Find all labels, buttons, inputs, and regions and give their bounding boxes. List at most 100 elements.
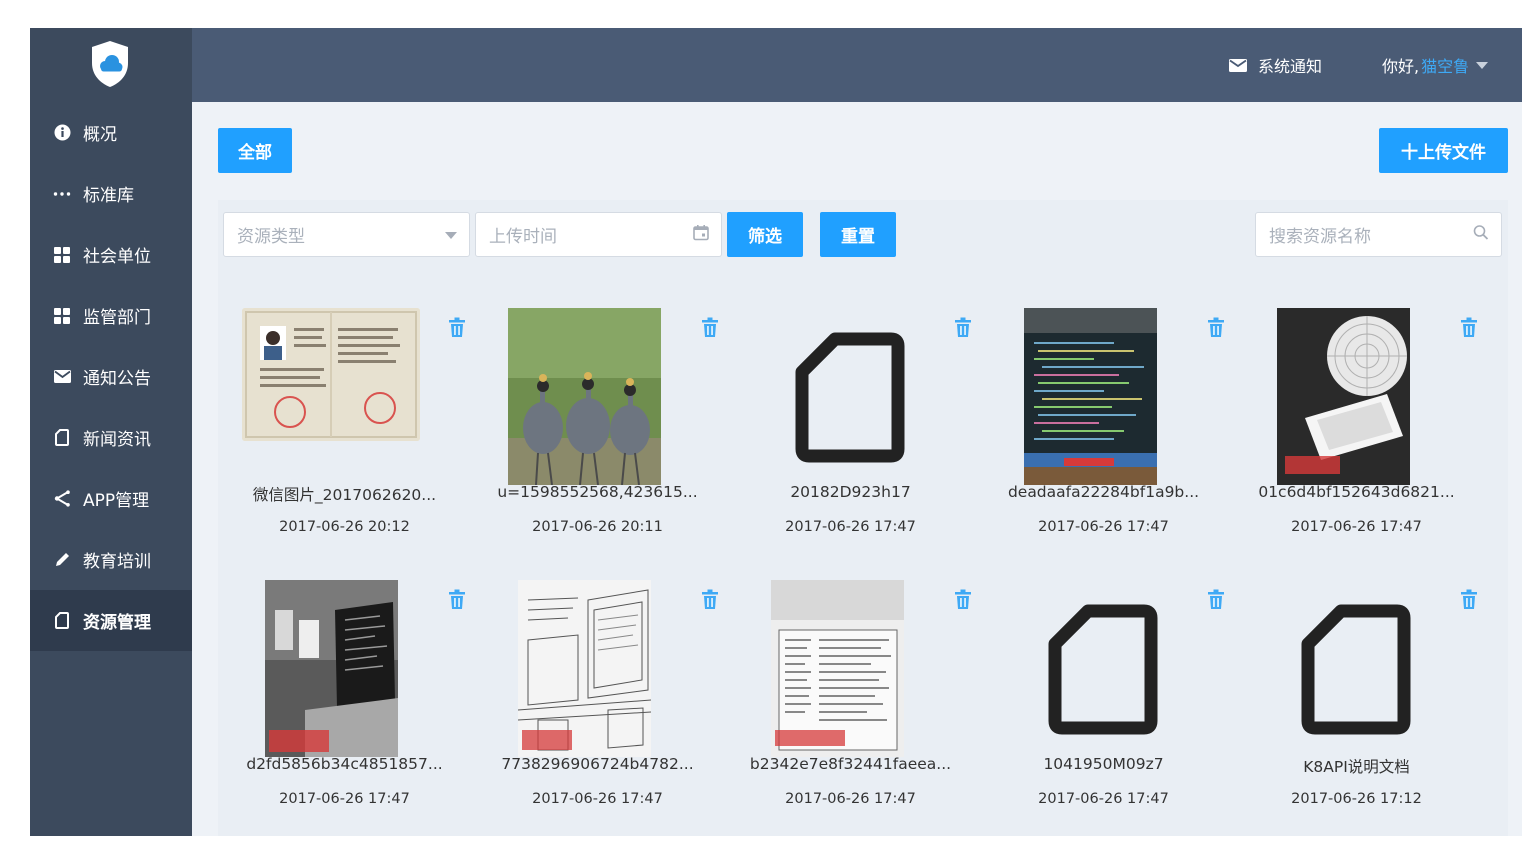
search-icon[interactable]: [1473, 224, 1489, 245]
grid-icon: [52, 306, 72, 326]
sidebar-item-social-units[interactable]: 社会单位: [30, 224, 192, 285]
document-icon: [52, 428, 72, 448]
file-date: 2017-06-26 20:12: [279, 519, 410, 535]
system-notify-link[interactable]: 系统通知: [1229, 52, 1322, 78]
info-circle-icon: [52, 123, 72, 143]
search-placeholder: 搜索资源名称: [1269, 227, 1371, 247]
sidebar-item-news[interactable]: 新闻资讯: [30, 407, 192, 468]
user-greeting: 你好, 猫空鲁: [1382, 52, 1489, 78]
sidebar-item-training[interactable]: 教育培训: [30, 529, 192, 590]
cranes-photo-thumb: [508, 308, 661, 485]
caret-down-icon: [445, 225, 457, 245]
file-card[interactable]: 20182D923h17 2017-06-26 17:47: [724, 300, 977, 562]
trash-icon[interactable]: [446, 316, 468, 338]
sidebar-item-label: 标准库: [83, 186, 134, 206]
file-date: 2017-06-26 17:47: [279, 791, 410, 807]
file-date: 2017-06-26 17:47: [1291, 519, 1422, 535]
file-icon: [795, 332, 905, 463]
sidebar-item-app[interactable]: APP管理: [30, 468, 192, 529]
upload-time-placeholder: 上传时间: [489, 227, 557, 247]
file-card[interactable]: deadaafa22284bf1a9b... 2017-06-26 17:47: [977, 300, 1230, 562]
trash-icon[interactable]: [446, 588, 468, 610]
file-name: u=1598552568,423615...: [497, 483, 698, 501]
sidebar-item-standards[interactable]: 标准库: [30, 163, 192, 224]
envelope-icon: [1229, 58, 1247, 72]
file-date: 2017-06-26 17:12: [1291, 791, 1422, 807]
file-name: 微信图片_2017062620...: [252, 486, 437, 504]
system-notify-label: 系统通知: [1258, 57, 1323, 76]
file-date: 2017-06-26 17:47: [532, 791, 663, 807]
file-name: K8API说明文档: [1303, 758, 1410, 776]
office-sketch-photo-thumb: [518, 580, 651, 757]
file-card[interactable]: K8API说明文档 2017-06-26 17:12: [1230, 572, 1483, 834]
shield-cloud-logo: [88, 39, 132, 89]
trash-icon[interactable]: [1205, 316, 1227, 338]
sidebar-item-label: 教育培训: [83, 552, 151, 572]
file-card[interactable]: 7738296906724b4782... 2017-06-26 17:47: [471, 572, 724, 834]
file-icon: [1048, 604, 1158, 735]
filter-button[interactable]: 筛选: [727, 212, 803, 257]
greeting-text: 你好,: [1382, 57, 1420, 76]
upload-file-button[interactable]: 十上传文件: [1379, 128, 1508, 173]
upload-time-picker[interactable]: 上传时间: [475, 212, 722, 257]
trash-icon[interactable]: [699, 316, 721, 338]
certificate-photo-thumb: [242, 308, 420, 441]
top-header: 系统通知 你好, 猫空鲁: [192, 28, 1522, 102]
code-screen-photo-thumb: [1024, 308, 1157, 485]
file-name: d2fd5856b34c4851857...: [246, 755, 443, 773]
share-icon: [52, 489, 72, 509]
file-card[interactable]: b2342e7e8f32441faeea... 2017-06-26 17:47: [724, 572, 977, 834]
file-name: deadaafa22284bf1a9b...: [1007, 483, 1200, 501]
file-name: 7738296906724b4782...: [501, 755, 694, 773]
username-link[interactable]: 猫空鲁: [1421, 53, 1469, 77]
laptop-desk-photo-thumb: [265, 580, 398, 757]
caret-down-icon[interactable]: [1476, 61, 1489, 69]
sidebar-item-label: 社会单位: [83, 247, 151, 267]
sidebar-item-label: 概况: [83, 125, 117, 145]
resource-type-placeholder: 资源类型: [237, 227, 305, 247]
resource-type-select[interactable]: 资源类型: [223, 212, 470, 257]
fan-phone-photo-thumb: [1277, 308, 1410, 485]
all-button[interactable]: 全部: [218, 128, 292, 173]
calendar-icon: [693, 224, 709, 245]
trash-icon[interactable]: [952, 588, 974, 610]
sidebar-item-label: 新闻资讯: [83, 430, 151, 450]
sidebar: 概况 标准库 社会单位 监管部门 通知公告 新闻资讯 APP管理 教育培训 资源…: [30, 28, 192, 836]
grid-icon: [52, 245, 72, 265]
file-date: 2017-06-26 17:47: [785, 791, 916, 807]
trash-icon[interactable]: [1458, 316, 1480, 338]
trash-icon[interactable]: [1205, 588, 1227, 610]
sidebar-item-resources[interactable]: 资源管理: [30, 590, 192, 651]
more-dots-icon: [52, 184, 72, 204]
file-name: 20182D923h17: [790, 483, 911, 501]
file-name: 1041950M09z7: [1043, 755, 1164, 773]
envelope-icon: [52, 367, 72, 387]
document-scan-photo-thumb: [771, 580, 904, 757]
reset-button[interactable]: 重置: [820, 212, 896, 257]
trash-icon[interactable]: [699, 588, 721, 610]
file-card[interactable]: 微信图片_2017062620... 2017-06-26 20:12: [218, 300, 471, 562]
file-name: 01c6d4bf152643d6821...: [1258, 483, 1455, 501]
file-card[interactable]: 01c6d4bf152643d6821... 2017-06-26 17:47: [1230, 300, 1483, 562]
file-date: 2017-06-26 17:47: [1038, 791, 1169, 807]
file-card[interactable]: d2fd5856b34c4851857... 2017-06-26 17:47: [218, 572, 471, 834]
sidebar-item-regulators[interactable]: 监管部门: [30, 285, 192, 346]
pencil-icon: [52, 550, 72, 570]
trash-icon[interactable]: [952, 316, 974, 338]
sidebar-item-label: APP管理: [83, 491, 150, 511]
sidebar-item-notices[interactable]: 通知公告: [30, 346, 192, 407]
document-icon: [52, 611, 72, 631]
sidebar-item-label: 监管部门: [83, 308, 151, 328]
file-card[interactable]: u=1598552568,423615... 2017-06-26 20:11: [471, 300, 724, 562]
file-icon: [1301, 604, 1411, 735]
sidebar-item-label: 资源管理: [83, 613, 151, 633]
file-date: 2017-06-26 17:47: [1038, 519, 1169, 535]
trash-icon[interactable]: [1458, 588, 1480, 610]
file-date: 2017-06-26 20:11: [532, 519, 663, 535]
file-date: 2017-06-26 17:47: [785, 519, 916, 535]
sidebar-item-label: 通知公告: [83, 369, 151, 389]
file-name: b2342e7e8f32441faeea...: [749, 755, 952, 773]
file-card[interactable]: 1041950M09z7 2017-06-26 17:47: [977, 572, 1230, 834]
search-input[interactable]: 搜索资源名称: [1255, 212, 1502, 257]
sidebar-item-overview[interactable]: 概况: [30, 102, 192, 163]
